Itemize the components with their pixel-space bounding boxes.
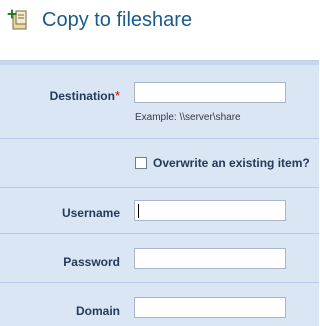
overwrite-checkbox[interactable] bbox=[135, 157, 147, 169]
text-caret bbox=[138, 204, 139, 218]
overwrite-row: Overwrite an existing item? bbox=[0, 139, 319, 188]
username-row: Username bbox=[0, 188, 319, 234]
page-header: Copy to fileshare bbox=[0, 0, 319, 46]
destination-label-text: Destination bbox=[49, 89, 115, 103]
destination-row: Destination* Example: \\server\share bbox=[0, 65, 319, 139]
overwrite-label[interactable]: Overwrite an existing item? bbox=[153, 156, 310, 170]
required-asterisk: * bbox=[114, 88, 120, 103]
domain-row: Domain bbox=[0, 283, 319, 326]
domain-input[interactable] bbox=[134, 297, 286, 318]
password-input[interactable] bbox=[134, 248, 286, 269]
domain-label: Domain bbox=[75, 304, 120, 318]
fileshare-copy-icon bbox=[4, 6, 30, 32]
password-row: Password bbox=[0, 234, 319, 283]
destination-hint: Example: \\server\share bbox=[135, 112, 241, 123]
username-label: Username bbox=[61, 206, 120, 220]
destination-label: Destination* bbox=[50, 88, 120, 103]
password-label: Password bbox=[63, 255, 120, 269]
page-title: Copy to fileshare bbox=[42, 9, 193, 31]
form-panel: Destination* Example: \\server\share Ove… bbox=[0, 60, 319, 326]
destination-input[interactable] bbox=[134, 82, 286, 103]
username-input[interactable] bbox=[134, 200, 286, 221]
